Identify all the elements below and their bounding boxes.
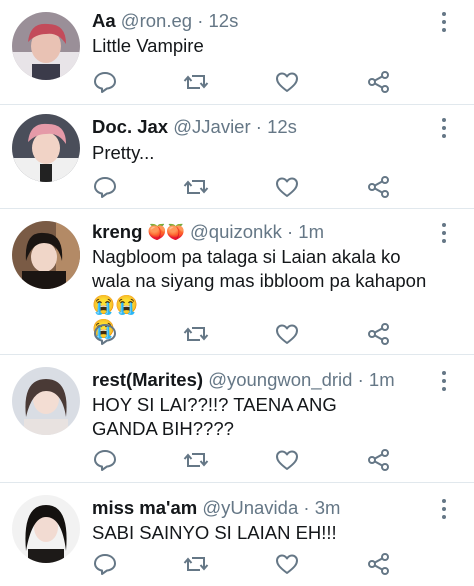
tweet-actions [0, 549, 474, 579]
timestamp[interactable]: 12s [267, 116, 297, 137]
separator-dot: · [357, 369, 364, 390]
more-vertical-icon[interactable] [440, 499, 448, 521]
separator-dot: · [303, 497, 310, 518]
tweet-actions [0, 67, 474, 97]
user-handle[interactable]: @JJavier [173, 116, 250, 137]
user-handle[interactable]: @ron.eg [121, 10, 192, 31]
separator-dot: · [197, 10, 204, 31]
user-handle[interactable]: @youngwon_drid [208, 369, 352, 390]
retweet-icon[interactable] [181, 67, 211, 97]
tweet-actions [0, 445, 474, 475]
display-name[interactable]: miss ma'am [92, 497, 197, 518]
retweet-icon[interactable] [181, 445, 211, 475]
share-icon[interactable] [364, 172, 394, 202]
separator-dot: · [255, 116, 262, 137]
share-icon[interactable] [364, 445, 394, 475]
reply-icon[interactable] [90, 172, 120, 202]
display-name[interactable]: Aa [92, 10, 116, 31]
tweet-actions [0, 319, 474, 349]
tweet[interactable]: Doc. Jax @JJavier · 12s Pretty... [0, 105, 474, 208]
name-emoji: 🍑🍑 [147, 224, 185, 241]
heart-icon[interactable] [272, 549, 302, 579]
user-handle[interactable]: @quizonkk [190, 221, 282, 242]
tweet-text: HOY SI LAI??!!? TAENA ANG GANDA BIH???? [92, 394, 342, 439]
avatar[interactable] [12, 367, 80, 435]
retweet-icon[interactable] [181, 172, 211, 202]
timestamp[interactable]: 3m [315, 497, 341, 518]
display-name[interactable]: kreng [92, 221, 142, 242]
tweet[interactable]: miss ma'am @yUnavida · 3m SABI SAINYO SI… [0, 483, 474, 586]
heart-icon[interactable] [272, 67, 302, 97]
display-name[interactable]: Doc. Jax [92, 116, 168, 137]
tweet-text: Little Vampire [92, 35, 204, 56]
tweet[interactable]: Aa @ron.eg · 12s Little Vampire [0, 0, 474, 104]
display-name[interactable]: rest(Marites) [92, 369, 203, 390]
reply-icon[interactable] [90, 67, 120, 97]
share-icon[interactable] [364, 67, 394, 97]
more-vertical-icon[interactable] [440, 118, 448, 140]
reply-icon[interactable] [90, 319, 120, 349]
timestamp[interactable]: 1m [298, 221, 324, 242]
user-handle[interactable]: @yUnavida [202, 497, 298, 518]
heart-icon[interactable] [272, 319, 302, 349]
timestamp[interactable]: 1m [369, 369, 395, 390]
more-vertical-icon[interactable] [440, 371, 448, 393]
share-icon[interactable] [364, 319, 394, 349]
more-vertical-icon[interactable] [440, 12, 448, 34]
retweet-icon[interactable] [181, 319, 211, 349]
tweet-text: SABI SAINYO SI LAIAN EH!!! [92, 522, 337, 543]
separator-dot: · [286, 221, 294, 242]
tweet[interactable]: kreng 🍑🍑 @quizonkk · 1m Nagbloom pa tala… [0, 209, 474, 354]
timestamp[interactable]: 12s [209, 10, 239, 31]
reply-icon[interactable] [90, 445, 120, 475]
tweet-text: Pretty... [92, 142, 155, 163]
reply-icon[interactable] [90, 549, 120, 579]
tweet-actions [0, 172, 474, 202]
heart-icon[interactable] [272, 172, 302, 202]
heart-icon[interactable] [272, 445, 302, 475]
share-icon[interactable] [364, 549, 394, 579]
tweet[interactable]: rest(Marites) @youngwon_drid · 1m HOY SI… [0, 355, 474, 482]
tweet-feed: Aa @ron.eg · 12s Little Vampire Doc. Jax… [0, 0, 474, 586]
retweet-icon[interactable] [181, 549, 211, 579]
avatar[interactable] [12, 221, 80, 289]
more-vertical-icon[interactable] [440, 223, 448, 245]
